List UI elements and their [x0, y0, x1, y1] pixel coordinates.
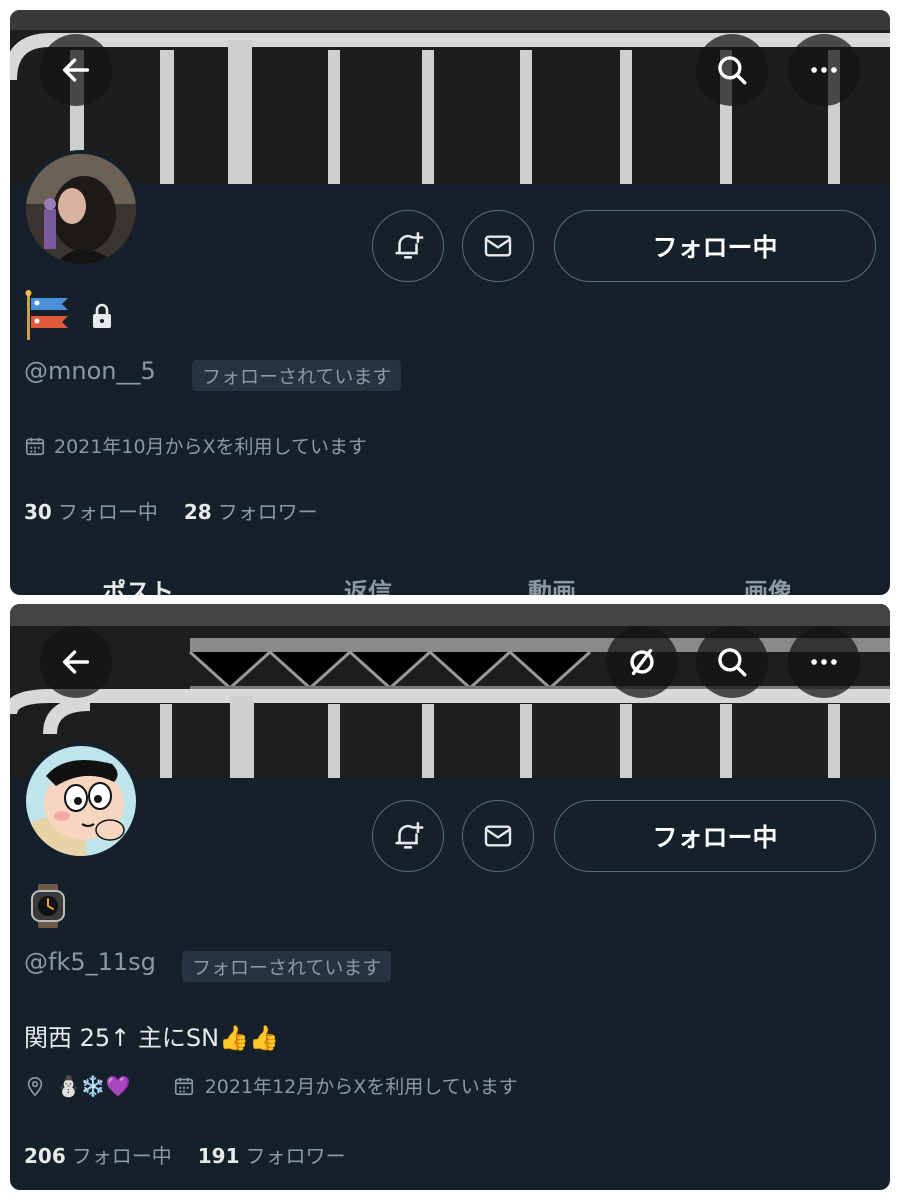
joined-text: 2021年10月からXを利用しています — [54, 436, 367, 458]
translate-slash-icon — [630, 648, 654, 676]
avatar-image — [26, 746, 136, 856]
following-button[interactable]: フォロー中 — [554, 210, 876, 282]
back-button[interactable] — [40, 626, 112, 698]
followers-label: フォロワー — [245, 1144, 346, 1168]
following-button[interactable]: フォロー中 — [554, 800, 876, 872]
followers-count: 28 — [183, 500, 212, 524]
banner-image — [10, 10, 890, 184]
location-pin-icon — [27, 1076, 43, 1096]
profile-panel-1: フォロー中 @mnon__5 フォローされています 2021年10月からXを利用… — [10, 10, 890, 595]
mail-icon — [484, 235, 512, 257]
back-button[interactable] — [40, 34, 112, 106]
joined-text: 2021年12月からXを利用しています — [204, 1076, 518, 1098]
follows-you-badge: フォローされています — [192, 360, 402, 391]
avatar-image — [26, 154, 136, 264]
avatar[interactable] — [22, 742, 140, 860]
more-button[interactable] — [788, 626, 860, 698]
tab-replies[interactable]: 返信 — [344, 572, 392, 595]
bio: 関西 25↑ 主にSN👍👍 — [24, 1024, 279, 1052]
message-button[interactable] — [462, 800, 534, 872]
display-name — [28, 884, 68, 932]
location-text: ⛄❄️💜 — [56, 1073, 131, 1098]
notification-bell-icon — [395, 231, 424, 259]
notification-bell-icon — [395, 821, 424, 849]
tab-posts[interactable]: ポスト — [102, 572, 174, 595]
more-icon — [811, 659, 837, 665]
following-link[interactable]: 206 フォロー中 — [24, 1140, 172, 1169]
search-button[interactable] — [696, 34, 768, 106]
followers-link[interactable]: 28 フォロワー — [184, 496, 318, 525]
following-count: 206 — [24, 1144, 66, 1168]
notification-button[interactable] — [372, 210, 444, 282]
username: @mnon__5 — [24, 357, 156, 385]
following-label: フォロー中 — [71, 1144, 172, 1168]
joined-date: 2021年10月からXを利用しています — [24, 432, 367, 459]
back-arrow-icon — [62, 650, 90, 674]
avatar[interactable] — [22, 150, 140, 268]
profile-panel-2: フォロー中 @fk5_11sg フォローされています 関西 25↑ 主にSN👍👍… — [10, 604, 890, 1190]
following-link[interactable]: 30 フォロー中 — [24, 496, 158, 525]
more-button[interactable] — [788, 34, 860, 106]
tab-videos[interactable]: 動画 — [528, 572, 576, 595]
lock-icon — [93, 303, 111, 328]
profile-banner[interactable] — [10, 604, 890, 778]
mail-icon — [484, 825, 512, 847]
watch-emoji — [31, 884, 65, 928]
follow-stats: 30 フォロー中 28 フォロワー — [24, 496, 318, 525]
notification-button[interactable] — [372, 800, 444, 872]
following-label: フォロー中 — [57, 500, 158, 524]
followers-link[interactable]: 191 フォロワー — [198, 1140, 346, 1169]
more-icon — [811, 67, 837, 73]
message-button[interactable] — [462, 210, 534, 282]
translate-button[interactable] — [606, 626, 678, 698]
search-button[interactable] — [696, 626, 768, 698]
tab-images[interactable]: 画像 — [744, 572, 792, 595]
calendar-icon — [25, 437, 45, 455]
back-arrow-icon — [62, 58, 90, 82]
followers-label: フォロワー — [217, 500, 318, 524]
display-name — [24, 290, 114, 342]
profile-tabs: ポスト 返信 動画 画像 — [10, 572, 890, 595]
username: @fk5_11sg — [24, 948, 156, 976]
follows-you-badge: フォローされています — [182, 951, 392, 982]
search-icon — [718, 56, 747, 85]
calendar-icon — [174, 1077, 193, 1095]
following-count: 30 — [24, 500, 52, 524]
search-icon — [718, 648, 747, 677]
followers-count: 191 — [197, 1144, 240, 1168]
profile-banner[interactable] — [10, 10, 890, 184]
follow-stats: 206 フォロー中 191 フォロワー — [24, 1140, 346, 1169]
profile-meta: ⛄❄️💜 2021年12月からXを利用しています — [24, 1072, 518, 1099]
koinobori-emoji — [25, 290, 68, 340]
banner-image — [10, 604, 890, 778]
